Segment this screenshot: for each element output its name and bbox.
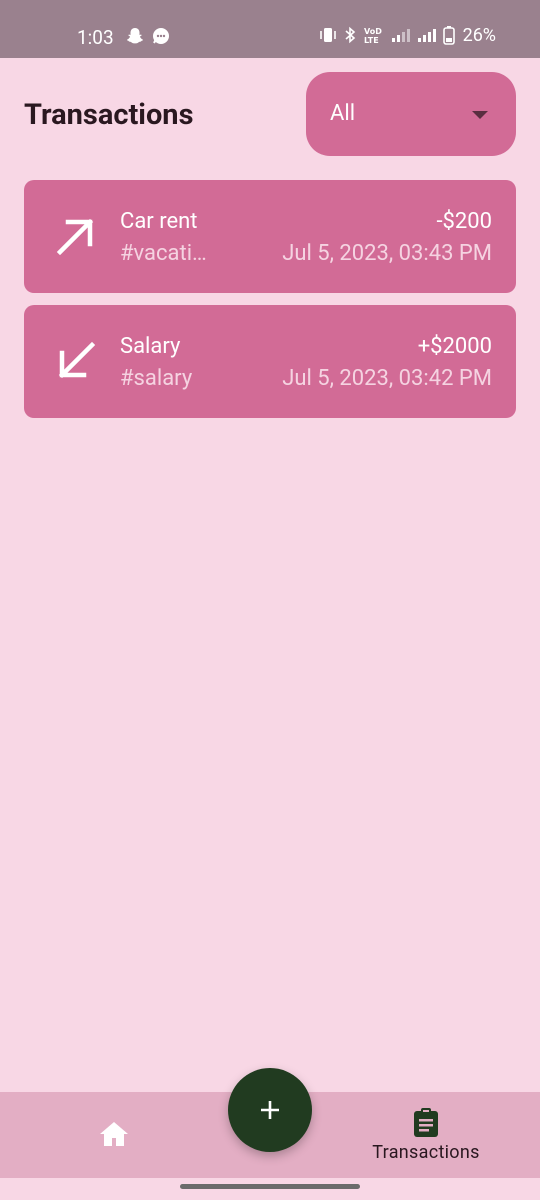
filter-dropdown[interactable]: All	[306, 72, 516, 156]
svg-text:VoD: VoD	[364, 27, 382, 36]
gesture-handle	[180, 1184, 360, 1189]
nav-item-label: Transactions	[372, 1142, 480, 1163]
snapchat-icon	[127, 28, 143, 44]
page-title: Transactions	[24, 98, 194, 132]
status-time: 1:03	[77, 26, 114, 49]
battery-icon	[442, 26, 455, 45]
nav-item-transactions[interactable]: Transactions	[340, 1100, 512, 1170]
volte-icon: VoD LTE	[364, 27, 382, 45]
add-transaction-button[interactable]	[228, 1068, 312, 1152]
transaction-title: Salary	[120, 334, 181, 359]
transaction-date: Jul 5, 2023, 03:42 PM	[282, 366, 492, 391]
arrow-up-right-icon	[56, 218, 94, 256]
status-bar: 1:03 VoD LTE 26%	[0, 0, 540, 58]
transaction-tag: #vacati…	[120, 241, 207, 266]
status-icons: VoD LTE 26%	[319, 23, 496, 47]
vibrate-icon	[319, 28, 336, 42]
transaction-card[interactable]: Salary #salary +$2000 Jul 5, 2023, 03:42…	[24, 305, 516, 418]
clipboard-icon	[414, 1108, 438, 1137]
signal-icon	[391, 29, 410, 42]
arrow-down-left-icon	[58, 341, 96, 379]
battery-level: 26%	[462, 24, 496, 46]
transaction-amount: -$200	[436, 209, 492, 234]
transaction-date: Jul 5, 2023, 03:43 PM	[282, 241, 492, 266]
transaction-card[interactable]: Car rent #vacati… -$200 Jul 5, 2023, 03:…	[24, 180, 516, 293]
bluetooth-icon	[345, 26, 355, 44]
transaction-tag: #salary	[120, 366, 193, 391]
filter-selected-value: All	[330, 101, 356, 126]
chat-icon	[153, 28, 169, 44]
signal-icon	[417, 29, 436, 42]
transaction-amount: +$2000	[417, 334, 492, 359]
caret-down-icon	[472, 111, 488, 119]
transaction-title: Car rent	[120, 209, 198, 234]
svg-text:LTE: LTE	[364, 36, 379, 45]
home-icon[interactable]	[98, 1118, 130, 1150]
plus-icon	[261, 1101, 279, 1119]
